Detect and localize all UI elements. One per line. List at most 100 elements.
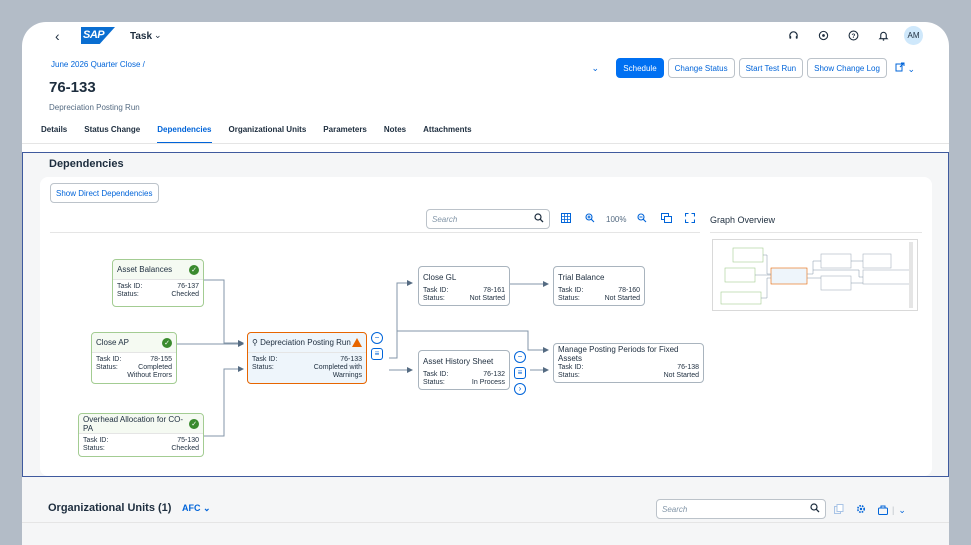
- headset-icon[interactable]: [784, 27, 802, 45]
- status-label: Status:: [423, 379, 445, 386]
- node-body: Task ID: 75-130 Status: Checked: [79, 434, 203, 456]
- task-id-label: Task ID:: [117, 283, 143, 290]
- dependencies-card: Show Direct Dependencies Search 100% Gra…: [40, 177, 932, 476]
- schedule-button[interactable]: Schedule: [616, 58, 664, 78]
- node-trial-balance[interactable]: Trial Balance Task ID: 78-160 Status: Not …: [553, 266, 645, 306]
- graph-overview-minimap[interactable]: [712, 239, 918, 311]
- settings-icon[interactable]: [856, 501, 866, 519]
- tab-organizational-units[interactable]: Organizational Units: [229, 121, 307, 144]
- edge-depreciation-close-gl: [389, 280, 413, 359]
- support-icon[interactable]: [814, 27, 832, 45]
- tab-status-change[interactable]: Status Change: [84, 121, 140, 144]
- change-status-button[interactable]: Change Status: [667, 58, 735, 78]
- checkmark-icon: ✓: [189, 264, 199, 275]
- search-icon[interactable]: [810, 500, 820, 518]
- tab-parameters[interactable]: Parameters: [323, 121, 367, 144]
- divider: [710, 232, 922, 233]
- breadcrumb[interactable]: June 2026 Quarter Close /: [51, 60, 145, 69]
- shell-bar: ‹ SAP Task ⌄ ? AM: [22, 22, 949, 52]
- task-id-value: 78-155: [150, 356, 172, 363]
- sap-logo[interactable]: SAP: [81, 27, 115, 44]
- tab-details[interactable]: Details: [41, 121, 67, 144]
- node-title: Close GL: [423, 272, 457, 282]
- status-value: Checked: [171, 291, 199, 298]
- back-icon[interactable]: ‹: [55, 28, 60, 44]
- divider: [22, 522, 949, 523]
- tab-dependencies[interactable]: Dependencies: [157, 121, 212, 144]
- header-actions: ⌄ Schedule Change Status Start Test Run …: [588, 58, 919, 78]
- status-label: Status:: [423, 295, 445, 302]
- status-label: Status:: [558, 372, 580, 379]
- help-icon[interactable]: ?: [844, 27, 862, 45]
- status-label: Status:: [117, 291, 139, 298]
- menu-icon[interactable]: ≡: [514, 367, 526, 379]
- node-manage-posting-periods[interactable]: Manage Posting Periods for Fixed Assets …: [553, 343, 704, 383]
- show-change-log-button[interactable]: Show Change Log: [807, 58, 887, 78]
- chevron-right-icon[interactable]: ›: [514, 383, 526, 395]
- node-header: Close AP ✓: [92, 333, 176, 353]
- task-id-value: 75-130: [177, 437, 199, 444]
- status-label: Status:: [83, 445, 105, 452]
- dependencies-section: Dependencies Show Direct Dependencies Se…: [22, 152, 949, 477]
- app-title[interactable]: Task: [130, 31, 152, 42]
- node-asset-history-sheet[interactable]: Asset History Sheet Task ID: 76-132 Statu…: [418, 350, 510, 390]
- collapse-icon[interactable]: −: [514, 351, 526, 363]
- task-id-value: 76-138: [677, 364, 699, 371]
- node-body: Task ID: 76-132 Status: In Process: [419, 371, 509, 390]
- collapse-icon[interactable]: −: [371, 332, 383, 344]
- status-value: Not Started: [604, 295, 640, 302]
- task-id-label: Task ID:: [558, 364, 584, 371]
- checkmark-icon: ✓: [162, 337, 172, 348]
- status-value-line2: Without Errors: [127, 372, 172, 379]
- task-id-value: 76-132: [483, 371, 505, 378]
- node-overhead-allocation[interactable]: Overhead Allocation for CO-PA ✓ Task ID:…: [78, 413, 204, 457]
- task-id-label: Task ID:: [558, 287, 584, 294]
- node-asset-balances[interactable]: Asset Balances ✓ Task ID: 76-137 Status: C…: [112, 259, 204, 307]
- node-body: Task ID: 76-138 Status: Not Started: [554, 364, 703, 383]
- task-id-value: 76-137: [177, 283, 199, 290]
- task-id-label: Task ID:: [83, 437, 109, 444]
- dependency-graph: Asset Balances ✓ Task ID: 76-137 Status: C…: [40, 177, 710, 476]
- node-header: Manage Posting Periods for Fixed Assets: [554, 344, 703, 364]
- binoculars-icon: ⚲: [252, 338, 261, 347]
- status-value: In Process: [471, 379, 505, 386]
- node-header: Overhead Allocation for CO-PA ✓: [79, 414, 203, 434]
- node-close-gl[interactable]: Close GL Task ID: 78-161 Status: Not Start…: [418, 266, 510, 306]
- status-value: Not Started: [469, 295, 505, 302]
- node-header: ⚲ Depreciation Posting Run: [248, 333, 366, 353]
- node-title: Close AP: [96, 338, 129, 347]
- node-close-ap[interactable]: Close AP ✓ Task ID: 78-155 Status: Complet…: [91, 332, 177, 384]
- app-window: ‹ SAP Task ⌄ ? AM June 2026 Quarter Clos…: [22, 22, 949, 545]
- tab-attachments[interactable]: Attachments: [423, 121, 471, 144]
- section-title: Dependencies: [49, 158, 124, 170]
- status-value: Checked: [171, 445, 199, 452]
- search-placeholder: Search: [662, 504, 688, 514]
- minimap-graphic: [720, 242, 913, 308]
- node-title: Trial Balance: [558, 272, 605, 282]
- node-body: Task ID: 76-137 Status: Checked: [113, 280, 203, 302]
- node-title: Manage Posting Periods for Fixed Assets: [558, 345, 679, 363]
- page-title: 76-133: [49, 79, 96, 96]
- chevron-down-icon[interactable]: ⌄: [154, 30, 162, 41]
- node-body: Task ID: 78-161 Status: Not Started: [419, 287, 509, 306]
- tab-notes[interactable]: Notes: [384, 121, 406, 144]
- status-value: Not Started: [663, 372, 699, 379]
- share-icon[interactable]: ⌄: [891, 62, 919, 75]
- node-title-wrap: ⚲ Depreciation Posting Run: [252, 338, 351, 347]
- node-title: Asset History Sheet: [423, 356, 494, 366]
- org-search-input[interactable]: Search: [656, 499, 826, 519]
- start-test-run-button[interactable]: Start Test Run: [738, 58, 804, 78]
- avatar[interactable]: AM: [904, 26, 923, 45]
- menu-icon[interactable]: ≡: [371, 348, 383, 360]
- task-id-label: Task ID:: [423, 287, 449, 294]
- chevron-down-icon[interactable]: ⌄: [588, 63, 602, 74]
- copy-icon[interactable]: [834, 501, 844, 519]
- content-area: Dependencies Show Direct Dependencies Se…: [22, 152, 949, 545]
- graph-overview-title: Graph Overview: [710, 215, 776, 225]
- node-depreciation-posting-run[interactable]: ⚲ Depreciation Posting Run Task ID: 76-13…: [247, 332, 367, 384]
- export-icon[interactable]: | ⌄: [878, 505, 906, 516]
- org-units-selector[interactable]: AFC ⌄: [182, 503, 211, 514]
- bell-icon[interactable]: [874, 27, 892, 45]
- task-id-value: 76-133: [340, 356, 362, 363]
- edge-asset-balances-depreciation: [199, 279, 244, 346]
